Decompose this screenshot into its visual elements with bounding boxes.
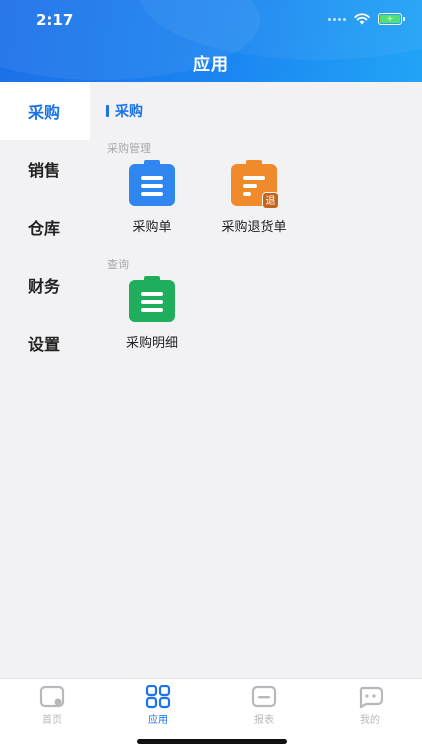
section-header: 采购 [106,101,143,121]
purchase-return-icon: 退 [231,160,279,209]
return-badge: 退 [262,192,279,209]
sidebar-item-sales[interactable]: 销售 [0,140,90,198]
sidebar-item-purchase[interactable]: 采购 [0,82,90,140]
tab-home[interactable]: 首页 [22,685,82,726]
sidebar-item-finance[interactable]: 财务 [0,256,90,314]
tab-apps[interactable]: 应用 [128,685,188,726]
status-icons: + [328,13,405,25]
sidebar-item-warehouse[interactable]: 仓库 [0,198,90,256]
home-icon [39,685,65,708]
app-purchase-order[interactable]: 采购单 [104,160,200,235]
app-label: 采购明细 [125,336,178,351]
section-marker [106,105,109,117]
tab-label: 我的 [360,715,380,726]
battery-icon: + [378,13,405,25]
status-time: 2:17 [36,11,74,29]
page-title: 应用 [193,55,229,75]
purchase-detail-icon [129,276,175,322]
cellular-signal-icon [328,17,346,21]
section-title: 采购 [115,104,143,120]
group-label-purchase-management: 采购管理 [107,142,151,155]
app-purchase-return[interactable]: 退 采购退货单 [206,160,302,235]
app-content: 采购 采购管理 采购单 退 采购退货单 查询 采购明细 [90,82,422,678]
purchase-order-icon [129,160,175,206]
tab-profile[interactable]: 我的 [340,685,400,726]
group-label-query: 查询 [107,258,129,271]
tab-reports[interactable]: 报表 [234,685,294,726]
app-label: 采购单 [132,220,172,235]
apps-grid-icon [145,685,171,709]
wifi-icon [354,13,370,25]
app-label: 采购退货单 [221,220,287,235]
app-purchase-detail[interactable]: 采购明细 [104,276,200,351]
tab-label: 报表 [254,715,274,726]
profile-icon [359,686,383,709]
tab-label: 首页 [42,715,62,726]
app-header: 2:17 + 应用 [0,0,422,82]
sidebar-item-settings[interactable]: 设置 [0,314,90,372]
tab-label: 应用 [148,715,168,726]
report-icon [251,685,277,708]
home-indicator[interactable] [137,739,287,744]
category-sidebar: 采购 销售 仓库 财务 设置 [0,82,90,678]
